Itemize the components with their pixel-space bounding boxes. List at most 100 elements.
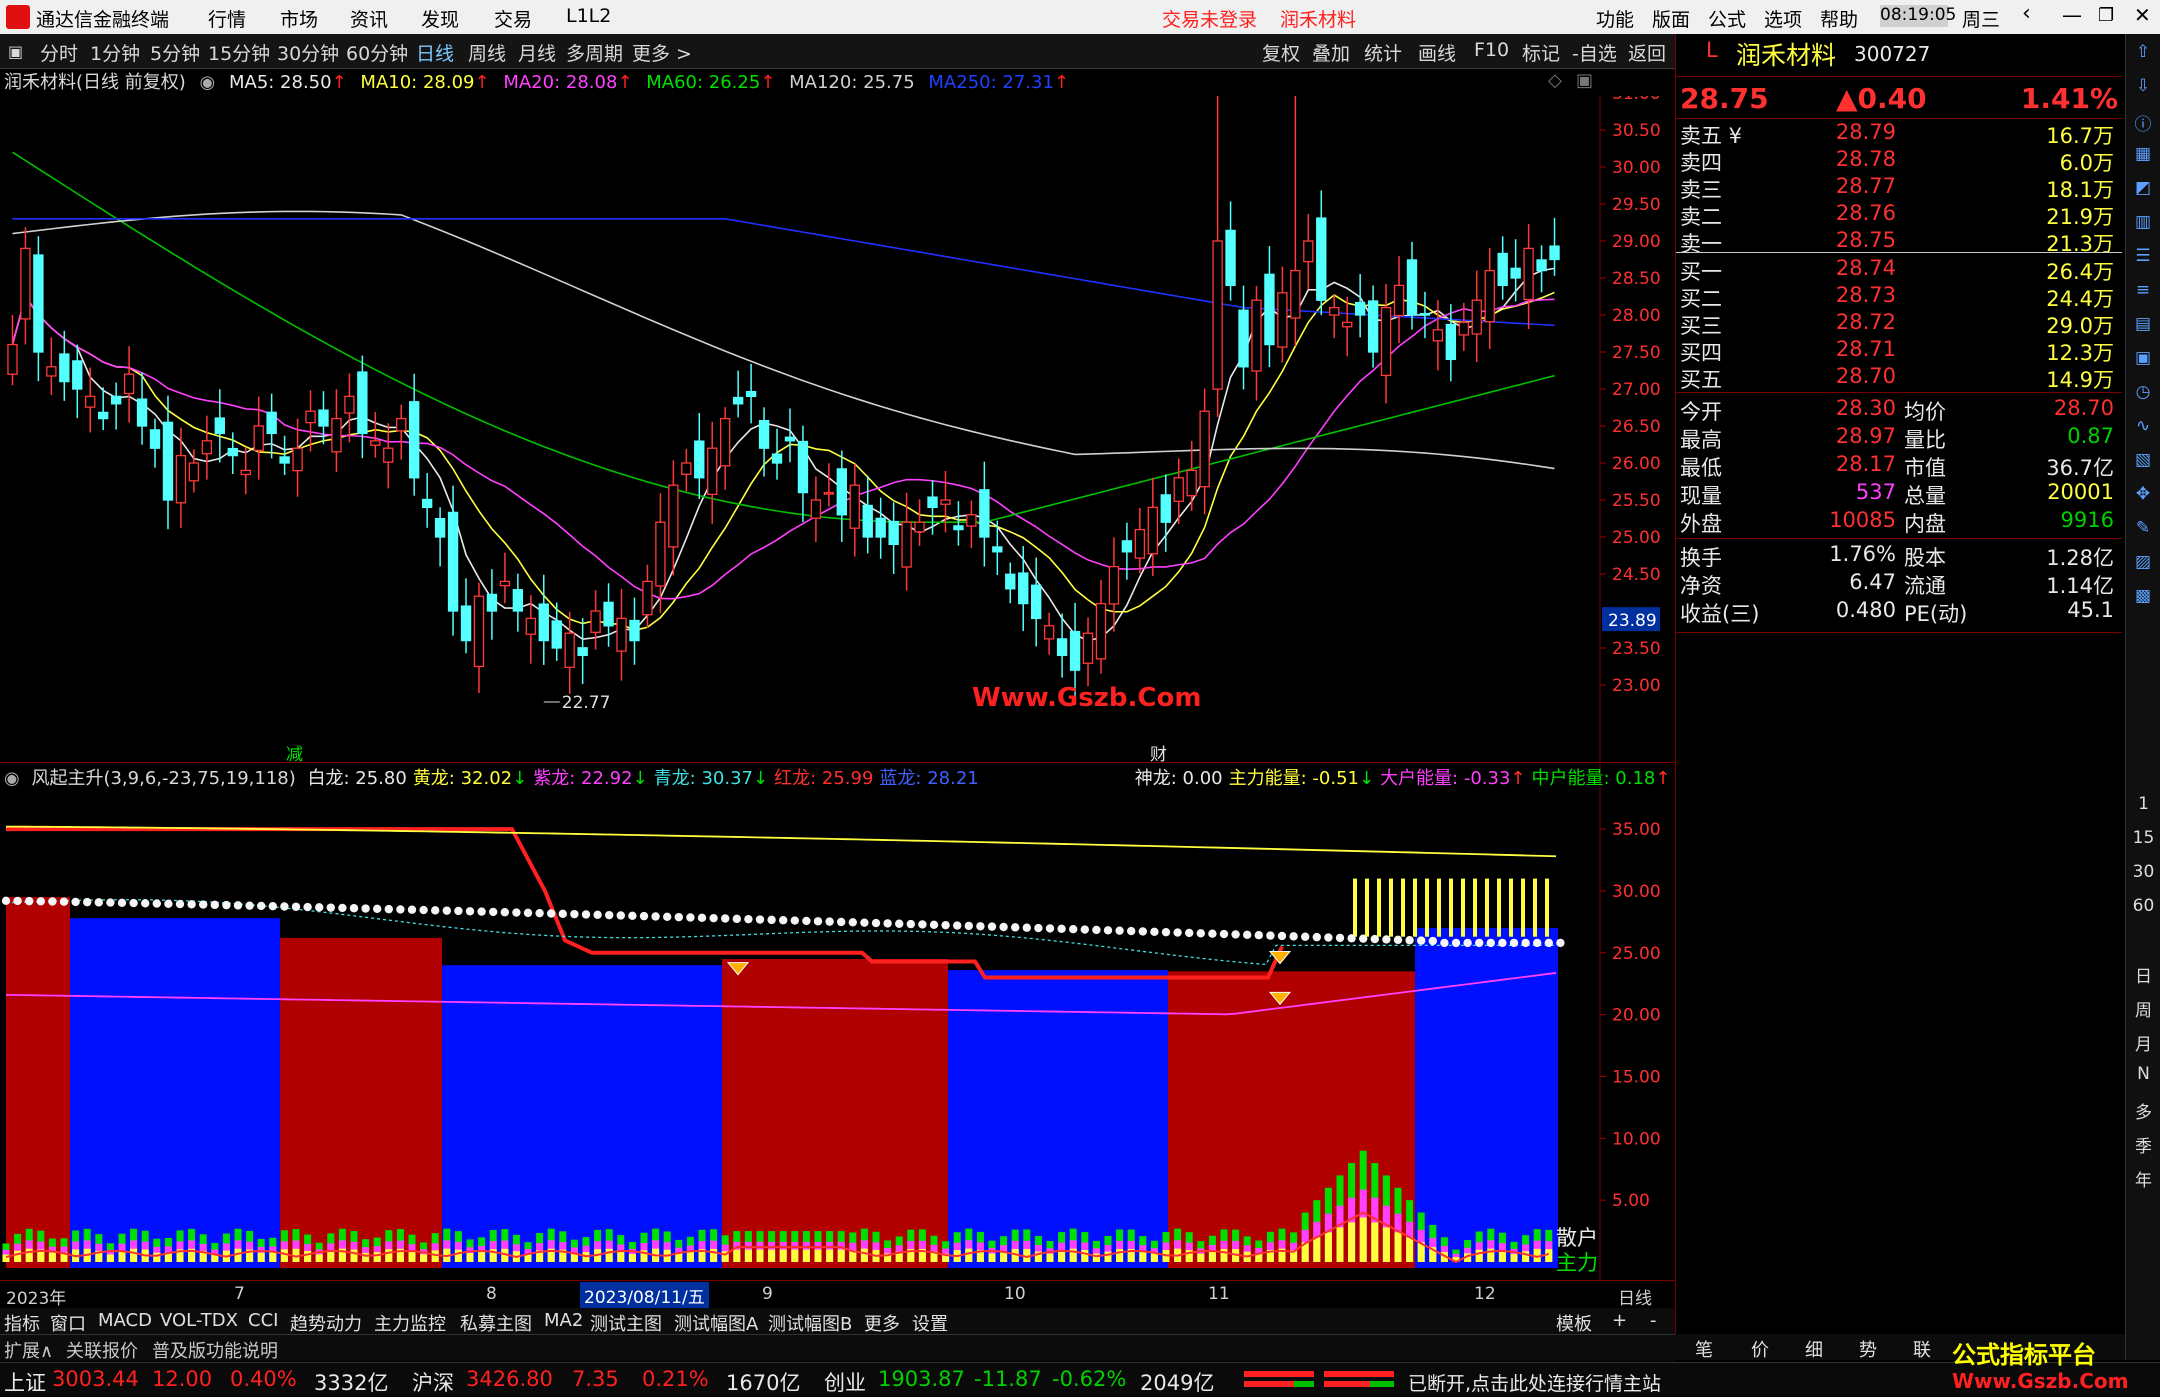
btn-f10[interactable]: F10 — [1474, 39, 1509, 61]
related-quotes-button[interactable]: 关联报价 — [66, 1337, 138, 1363]
period-shortcut[interactable]: 多 — [2126, 1098, 2160, 1123]
bars-icon[interactable]: ▥ — [2131, 212, 2155, 236]
bid-row[interactable]: 买一 28.74 26.4万 — [1676, 256, 2122, 284]
tab-settings[interactable]: 设置 — [912, 1310, 948, 1336]
menu-shichang[interactable]: 市场 — [280, 5, 318, 32]
period-30min[interactable]: 30分钟 — [277, 39, 339, 66]
period-daily[interactable]: 日线 — [416, 39, 454, 66]
tab-zhibiao[interactable]: 指标 — [4, 1310, 40, 1336]
indicator-toggle-icon[interactable]: ◉ — [4, 768, 20, 789]
move-icon[interactable]: ✥ — [2131, 484, 2155, 508]
btn-tongji[interactable]: 统计 — [1364, 39, 1402, 66]
menu-zixun[interactable]: 资讯 — [350, 5, 388, 32]
index-name-hs[interactable]: 沪深 — [412, 1367, 454, 1397]
menu-banmian[interactable]: 版面 — [1652, 5, 1690, 32]
period-shortcut[interactable]: 月 — [2126, 1030, 2160, 1055]
info-icon[interactable]: ⓘ — [2131, 110, 2155, 135]
tab-simu[interactable]: 私募主图 — [460, 1310, 532, 1336]
menu-gongshi[interactable]: 公式 — [1708, 5, 1746, 32]
tab-ma2[interactable]: MA2 — [544, 1310, 583, 1331]
fund-icon[interactable]: ≡ — [2131, 280, 2155, 304]
indicator-chart[interactable]: 35.00 30.00 25.00 20.00 15.00 10.00 5.00 — [0, 762, 1675, 1280]
btn-fanhui[interactable]: 返回 — [1628, 39, 1666, 66]
index-name-sh[interactable]: 上证 — [4, 1367, 46, 1397]
ask-row[interactable]: 卖三 28.77 18.1万 — [1676, 174, 2122, 202]
index-name-cy[interactable]: 创业 — [824, 1367, 866, 1397]
period-15min[interactable]: 15分钟 — [208, 39, 270, 66]
menu-jiaoyi[interactable]: 交易 — [494, 5, 532, 32]
clock-icon[interactable]: ◷ — [2131, 382, 2155, 406]
tab-qushi[interactable]: 趋势动力 — [290, 1310, 362, 1336]
f10-icon[interactable]: ▣ — [2131, 348, 2155, 372]
up-arrow-icon[interactable]: ⇧ — [2131, 42, 2155, 66]
period-1min[interactable]: 1分钟 — [90, 39, 140, 66]
pane-toggle-icon[interactable]: ▣ — [1576, 70, 1593, 91]
period-shortcut[interactable]: 周 — [2126, 996, 2160, 1021]
layers-icon[interactable]: ▩ — [2131, 586, 2155, 610]
period-shortcut[interactable]: 年 — [2126, 1166, 2160, 1191]
menu-xuanxiang[interactable]: 选项 — [1764, 5, 1802, 32]
period-weekly[interactable]: 周线 — [468, 39, 506, 66]
period-5min[interactable]: 5分钟 — [150, 39, 200, 66]
tab-ceshi-main[interactable]: 测试主图 — [590, 1310, 662, 1336]
tab-lian[interactable]: 联 — [1913, 1336, 1931, 1362]
back-icon[interactable]: ‹ — [2022, 1, 2031, 26]
ask-row[interactable]: 卖五 ¥ 28.79 16.7万 — [1676, 120, 2122, 148]
template-button[interactable]: 模板 — [1556, 1310, 1592, 1336]
ma-toggle-icon[interactable]: ◉ — [200, 72, 216, 93]
pen-icon[interactable]: ✎ — [2131, 518, 2155, 542]
period-shortcut[interactable]: N — [2126, 1064, 2160, 1084]
add-tab-button[interactable]: + — [1612, 1310, 1627, 1331]
list-icon[interactable]: ☰ — [2131, 246, 2155, 270]
bid-row[interactable]: 买四 28.71 12.3万 — [1676, 337, 2122, 365]
period-shortcut[interactable]: 60 — [2126, 896, 2160, 916]
chart-icon[interactable]: ◩ — [2131, 178, 2155, 202]
diamond-icon[interactable]: ◇ — [1548, 70, 1562, 91]
tab-ceshi-a[interactable]: 测试幅图A — [674, 1310, 758, 1336]
btn-huaxian[interactable]: 画线 — [1418, 39, 1456, 66]
period-fenshi[interactable]: 分时 — [40, 39, 78, 66]
menu-bangzhu[interactable]: 帮助 — [1820, 5, 1858, 32]
close-icon[interactable]: ✕ — [2134, 3, 2151, 27]
tab-xi[interactable]: 细 — [1805, 1336, 1823, 1362]
bid-row[interactable]: 买三 28.72 29.0万 — [1676, 310, 2122, 338]
period-60min[interactable]: 60分钟 — [346, 39, 408, 66]
news-icon[interactable]: ▤ — [2131, 314, 2155, 338]
down-arrow-icon[interactable]: ⇩ — [2131, 76, 2155, 100]
tab-jia[interactable]: 价 — [1751, 1336, 1769, 1362]
expand-button[interactable]: 扩展∧ — [4, 1337, 53, 1363]
period-more[interactable]: 更多 > — [632, 39, 692, 66]
ask-row[interactable]: 卖一 28.75 21.3万 — [1676, 228, 2122, 256]
menu-square-icon[interactable]: ▣ — [8, 42, 23, 61]
minimize-icon[interactable]: — — [2062, 3, 2082, 27]
menu-faxian[interactable]: 发现 — [421, 5, 459, 32]
menu-gongneng[interactable]: 功能 — [1596, 5, 1634, 32]
menu-l1l2[interactable]: L1L2 — [566, 5, 611, 27]
connection-status[interactable]: 已断开,点击此处连接行情主站 — [1408, 1369, 1661, 1396]
tab-ceshi-b[interactable]: 测试幅图B — [768, 1310, 852, 1336]
period-shortcut[interactable]: 15 — [2126, 828, 2160, 848]
period-multi[interactable]: 多周期 — [566, 39, 623, 66]
menu-hangqing[interactable]: 行情 — [208, 5, 246, 32]
trade-login-status[interactable]: 交易未登录 — [1162, 5, 1257, 32]
ask-row[interactable]: 卖二 28.76 21.9万 — [1676, 201, 2122, 229]
tab-cci[interactable]: CCI — [248, 1310, 278, 1331]
tab-shi[interactable]: 势 — [1859, 1336, 1877, 1362]
period-shortcut[interactable]: 季 — [2126, 1132, 2160, 1157]
period-shortcut[interactable]: 30 — [2126, 862, 2160, 882]
btn-diejia[interactable]: 叠加 — [1312, 39, 1350, 66]
period-monthly[interactable]: 月线 — [518, 39, 556, 66]
tab-zhuli[interactable]: 主力监控 — [374, 1310, 446, 1336]
period-shortcut[interactable]: 日 — [2126, 962, 2160, 987]
tab-macd[interactable]: MACD — [98, 1310, 152, 1331]
wave-icon[interactable]: ∿ — [2131, 416, 2155, 440]
tab-chuangkou[interactable]: 窗口 — [50, 1310, 86, 1336]
bid-row[interactable]: 买五 28.70 14.9万 — [1676, 364, 2122, 392]
candlestick-chart[interactable]: 31.3122.77减财 31.0030.5030.0029.5029.0028… — [0, 96, 1675, 762]
grid-icon[interactable]: ▦ — [2131, 144, 2155, 168]
btn-zixuan[interactable]: -自选 — [1572, 39, 1617, 66]
event-marker[interactable]: 减 — [286, 745, 303, 762]
rsi-icon[interactable]: ▧ — [2131, 450, 2155, 474]
ask-row[interactable]: 卖四 28.78 6.0万 — [1676, 147, 2122, 175]
remove-tab-button[interactable]: - — [1650, 1310, 1657, 1331]
